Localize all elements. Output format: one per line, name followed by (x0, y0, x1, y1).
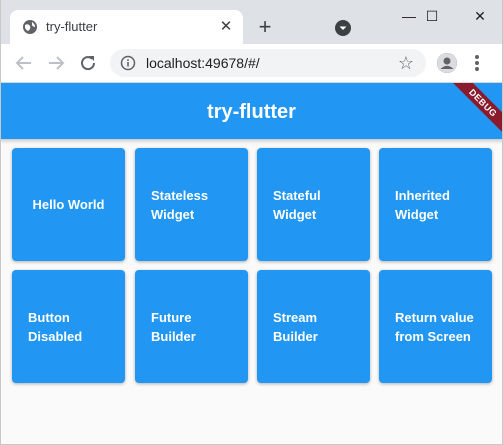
card-stream-builder[interactable]: Stream Builder (257, 270, 370, 383)
card-inherited-widget[interactable]: Inherited Widget (379, 148, 492, 261)
reload-icon[interactable] (77, 52, 99, 74)
profile-silhouette-icon (437, 53, 457, 73)
more-vert-icon[interactable] (474, 55, 480, 71)
browser-title-bar: try-flutter ✕ + — ☐ ✕ (0, 0, 503, 44)
new-tab-button[interactable]: + (253, 16, 277, 40)
app-title: try-flutter (207, 101, 296, 123)
window-close-button[interactable]: ✕ (457, 0, 503, 32)
tab-search-icon[interactable] (334, 19, 352, 37)
card-return-value-from-screen[interactable]: Return value from Screen (379, 270, 492, 383)
profile-icon[interactable] (437, 53, 457, 73)
star-icon[interactable]: ☆ (396, 53, 416, 73)
forward-arrow-icon[interactable] (45, 52, 67, 74)
tab-close-icon[interactable]: ✕ (218, 19, 234, 35)
card-future-builder[interactable]: Future Builder (135, 270, 248, 383)
window-border (0, 0, 1, 445)
browser-tab[interactable]: try-flutter ✕ (10, 10, 243, 44)
back-arrow-icon[interactable] (13, 52, 35, 74)
card-hello-world[interactable]: Hello World (12, 148, 125, 261)
card-stateful-widget[interactable]: Stateful Widget (257, 148, 370, 261)
address-bar[interactable]: localhost:49678/#/ ☆ (110, 49, 426, 77)
browser-toolbar: localhost:49678/#/ ☆ (0, 44, 503, 83)
app-bar: try-flutter DEBUG (0, 83, 503, 139)
card-stateless-widget[interactable]: Stateless Widget (135, 148, 248, 261)
globe-icon (23, 20, 37, 34)
window-maximize-button[interactable]: ☐ (412, 0, 452, 32)
url-text[interactable]: localhost:49678/#/ (146, 55, 260, 71)
tab-title: try-flutter (46, 19, 98, 34)
card-button-disabled[interactable]: Button Disabled (12, 270, 125, 383)
info-icon[interactable] (120, 55, 136, 71)
